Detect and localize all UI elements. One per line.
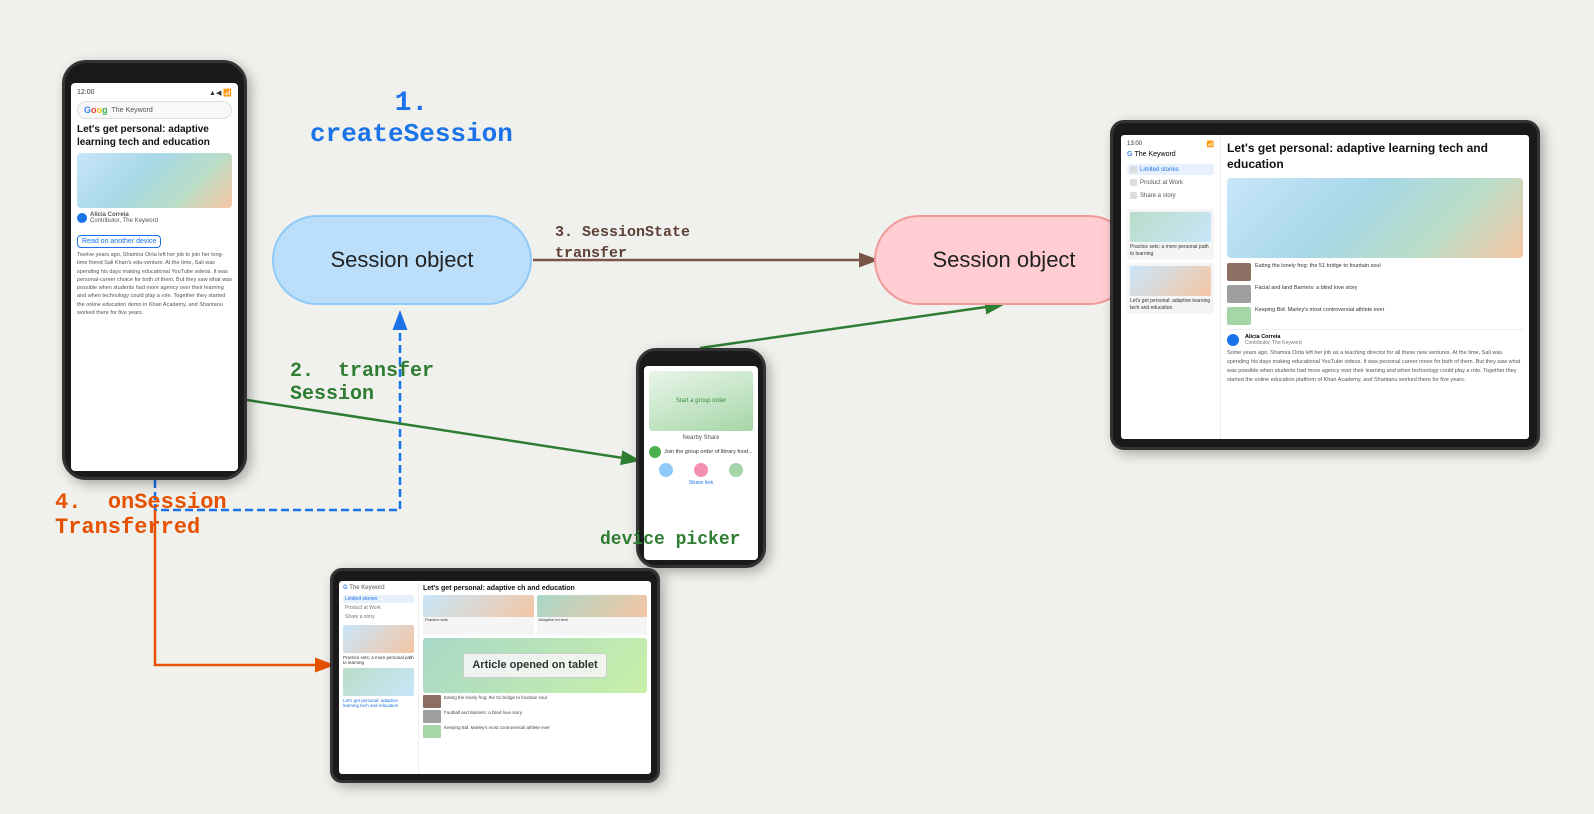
tablet-sidebar-item-1[interactable]: Limited stories [1127,164,1214,175]
label-device-picker: device picker [600,530,740,550]
bottom-news-thumb-3 [423,725,441,738]
bottom-content: Let's get personal: adaptive ch and educ… [419,581,651,774]
bottom-news-item-2: Football and Barriers: a blind love stor… [423,710,647,723]
tablet-top-articles: Practice sets: a more personal path to l… [1127,209,1214,314]
tablet-status-bar: 13:00 📶 [1127,141,1214,148]
tablet-sidebar: 13:00 📶 G The Keyword Limited stories Pr… [1121,135,1221,439]
nearby-item: Join the group order of library food... [649,444,753,460]
tablet-top-article-2: Let's get personal: adaptive learning te… [1127,263,1214,314]
bottom-card-1: Practice sets [423,595,534,635]
tablet-sidebar-item-3[interactable]: Share a story [1127,190,1214,201]
article-opened-text: Article opened on tablet [472,658,597,672]
bottom-thumb-articles: Practice sets: a more personal path to l… [343,625,414,708]
bottom-sidebar: G The Keyword Limited stories Product at… [339,581,419,774]
news-thumb-2 [1227,285,1251,303]
tablet-avatar [1227,334,1239,346]
avatar-2 [694,463,708,477]
label-on-session-transferred: 4. onSession Transferred [55,490,227,540]
avatar-row [649,463,753,477]
article-opened-overlay: Article opened on tablet [463,653,606,677]
bottom-sidebar-item-2[interactable]: Product at Work [343,604,414,612]
sidebar-icon-1 [1130,166,1137,173]
phone-status-bar: 12:00 ▲◀ 📶 [77,89,232,97]
top-article-img-1 [1130,212,1211,242]
bottom-card-img-1 [423,595,534,617]
session-object-label-right: Session object [932,247,1075,273]
news-thumb-1 [1227,263,1251,281]
nearby-dot [649,446,661,458]
phone-avatar [77,213,87,223]
phone-middle-image: Start a group order [649,371,753,431]
tablet-g-bar: G The Keyword [1127,151,1214,158]
diagram-container: 12:00 ▲◀ 📶 Goog The Keyword Let's get pe… [0,0,1594,814]
nearby-share-label: Nearby Share [649,435,753,441]
bottom-sidebar-g: G The Keyword [343,585,414,591]
bottom-news-item-3: Keeping Bid. Marley's most controversial… [423,725,647,738]
bottom-top-bar: Practice sets Adaptive ed tech [423,595,647,635]
tablet-news-item-1: Eating the lonely frog: the 51 bridge to… [1227,263,1523,281]
top-article-img-2 [1130,266,1211,296]
label-session-state-transfer: 3. SessionState transfer [555,222,690,264]
bottom-card-2: Adaptive ed tech [537,595,648,635]
read-on-device-button[interactable]: Read on another device [77,235,161,248]
avatar-1 [659,463,673,477]
label-transfer-session: 2. transfer Session [290,360,434,406]
tablet-top-article-1: Practice sets: a more personal path to l… [1127,209,1214,260]
bottom-sidebar-item-1[interactable]: Limited stories [343,595,414,603]
bottom-news-item-1: Eating the lonely frog: the 51 bridge to… [423,695,647,708]
tablet-bottom-screen: G The Keyword Limited stories Product at… [339,581,651,774]
sidebar-icon-3 [1130,192,1137,199]
sidebar-icon-2 [1130,179,1137,186]
bottom-news-items: Eating the lonely frog: the 51 bridge to… [423,695,647,738]
bottom-card-img-2 [537,595,648,617]
phone-article-body: Twelve years ago, Shamira Oirta left her… [77,251,232,317]
bottom-news-thumb-2 [423,710,441,723]
session-object-label-left: Session object [330,247,473,273]
tablet-news-items: Eating the lonely frog: the 51 bridge to… [1227,263,1523,384]
share-link[interactable]: Share link [649,480,753,486]
bottom-news-thumb-1 [423,695,441,708]
bottom-sidebar-item-3[interactable]: Share a story [343,613,414,621]
tablet-bottom: G The Keyword Limited stories Product at… [330,568,660,783]
news-thumb-3 [1227,307,1251,325]
phone-user-info: Alicia Correia Contributor, The Keyword [77,212,232,224]
tablet-right: 13:00 📶 G The Keyword Limited stories Pr… [1110,120,1540,450]
phone-article-title: Let's get personal: adaptive learning te… [77,123,232,149]
bottom-thumb-2 [343,668,414,696]
label-create-session: 1. createSession [310,88,513,149]
bottom-article-title: Let's get personal: adaptive ch and educ… [423,585,647,592]
bottom-thumb-1 [343,625,414,653]
article-opened-image: Article opened on tablet [423,638,647,693]
tablet-right-screen: 13:00 📶 G The Keyword Limited stories Pr… [1121,135,1529,439]
phone-user-role: Contributor, The Keyword [90,218,158,224]
tablet-sidebar-item-2[interactable]: Product at Work [1127,177,1214,188]
tablet-news-item-3: Keeping Bid. Marley's most controversial… [1227,307,1523,325]
tablet-article-image [1227,178,1523,258]
phone-left: 12:00 ▲◀ 📶 Goog The Keyword Let's get pe… [62,60,247,480]
session-box-right: Session object [874,215,1134,305]
phone-left-screen: 12:00 ▲◀ 📶 Goog The Keyword Let's get pe… [71,83,238,471]
avatar-3 [729,463,743,477]
article-opened-area: Article opened on tablet [423,638,647,693]
session-box-left: Session object [272,215,532,305]
tablet-article-user: Alicia Correia Contributor, The Keyword … [1227,329,1523,384]
tablet-content: Let's get personal: adaptive learning te… [1221,135,1529,439]
tablet-article-title: Let's get personal: adaptive learning te… [1227,141,1523,172]
phone-google-bar: Goog The Keyword [77,101,232,119]
tablet-news-item-2: Facial and land Barriers: a blind love s… [1227,285,1523,303]
google-logo: Goog [84,105,108,115]
phone-article-image [77,153,232,208]
